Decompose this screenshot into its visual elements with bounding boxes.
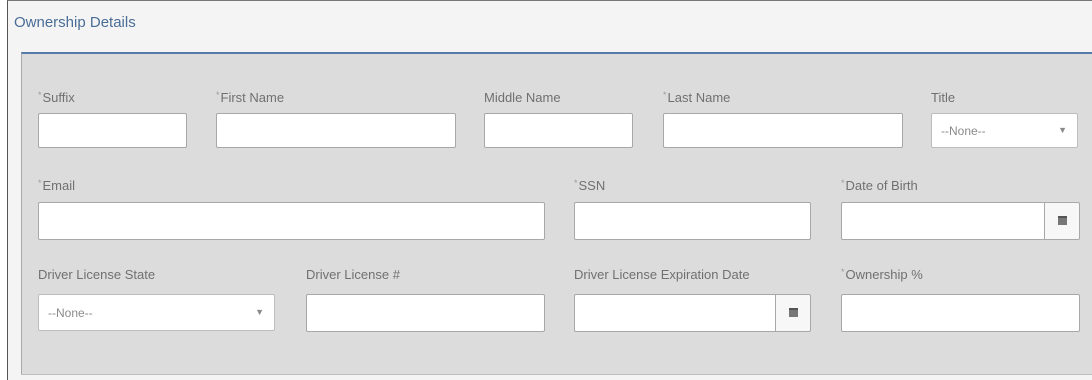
last-name-label: *Last Name (663, 90, 731, 105)
dl-number-input[interactable] (306, 294, 545, 332)
calendar-icon (789, 308, 798, 317)
ownership-input[interactable] (841, 294, 1080, 332)
section-header: Ownership Details (8, 1, 1092, 53)
first-name-input[interactable] (216, 113, 456, 148)
required-marker: * (841, 178, 845, 188)
required-marker: * (216, 90, 220, 100)
required-marker: * (38, 90, 42, 100)
ssn-label: *SSN (574, 178, 606, 193)
ssn-input[interactable] (574, 202, 811, 240)
chevron-down-icon: ▼ (255, 307, 264, 317)
title-label: Title (931, 90, 956, 105)
dl-state-selected-value: --None-- (48, 306, 93, 320)
first-name-label: *First Name (216, 90, 285, 105)
dob-field (841, 202, 1080, 240)
last-name-input[interactable] (663, 113, 903, 148)
ownership-form-panel: *Suffix *First Name Middle Name *Last Na… (21, 52, 1092, 374)
email-label: *Email (38, 178, 76, 193)
chevron-down-icon: ▼ (1058, 125, 1067, 135)
dl-state-select[interactable]: --None-- ▼ (38, 294, 275, 331)
title-selected-value: --None-- (941, 124, 986, 138)
middle-name-input[interactable] (484, 113, 633, 148)
dob-calendar-button[interactable] (1044, 202, 1080, 240)
section-title: Ownership Details (14, 14, 136, 31)
ownership-label: *Ownership % (841, 267, 923, 282)
section-bottom-divider (21, 374, 1092, 375)
dl-state-label: Driver License State (38, 267, 156, 282)
required-marker: * (38, 178, 42, 188)
required-marker: * (574, 178, 578, 188)
calendar-icon (1058, 216, 1067, 225)
suffix-input[interactable] (38, 113, 187, 148)
suffix-label: *Suffix (38, 90, 75, 105)
dl-exp-calendar-button[interactable] (775, 294, 811, 332)
title-select[interactable]: --None-- ▼ (931, 113, 1078, 148)
email-input[interactable] (38, 202, 545, 240)
dl-exp-label: Driver License Expiration Date (574, 267, 750, 282)
dl-exp-field (574, 294, 811, 332)
middle-name-label: Middle Name (484, 90, 561, 105)
dob-input[interactable] (841, 202, 1044, 240)
dob-label: *Date of Birth (841, 178, 918, 193)
required-marker: * (841, 267, 845, 277)
dl-exp-input[interactable] (574, 294, 775, 332)
required-marker: * (663, 90, 667, 100)
ownership-details-section: Ownership Details *Suffix *First Name Mi… (7, 0, 1092, 380)
dl-number-label: Driver License # (306, 267, 400, 282)
